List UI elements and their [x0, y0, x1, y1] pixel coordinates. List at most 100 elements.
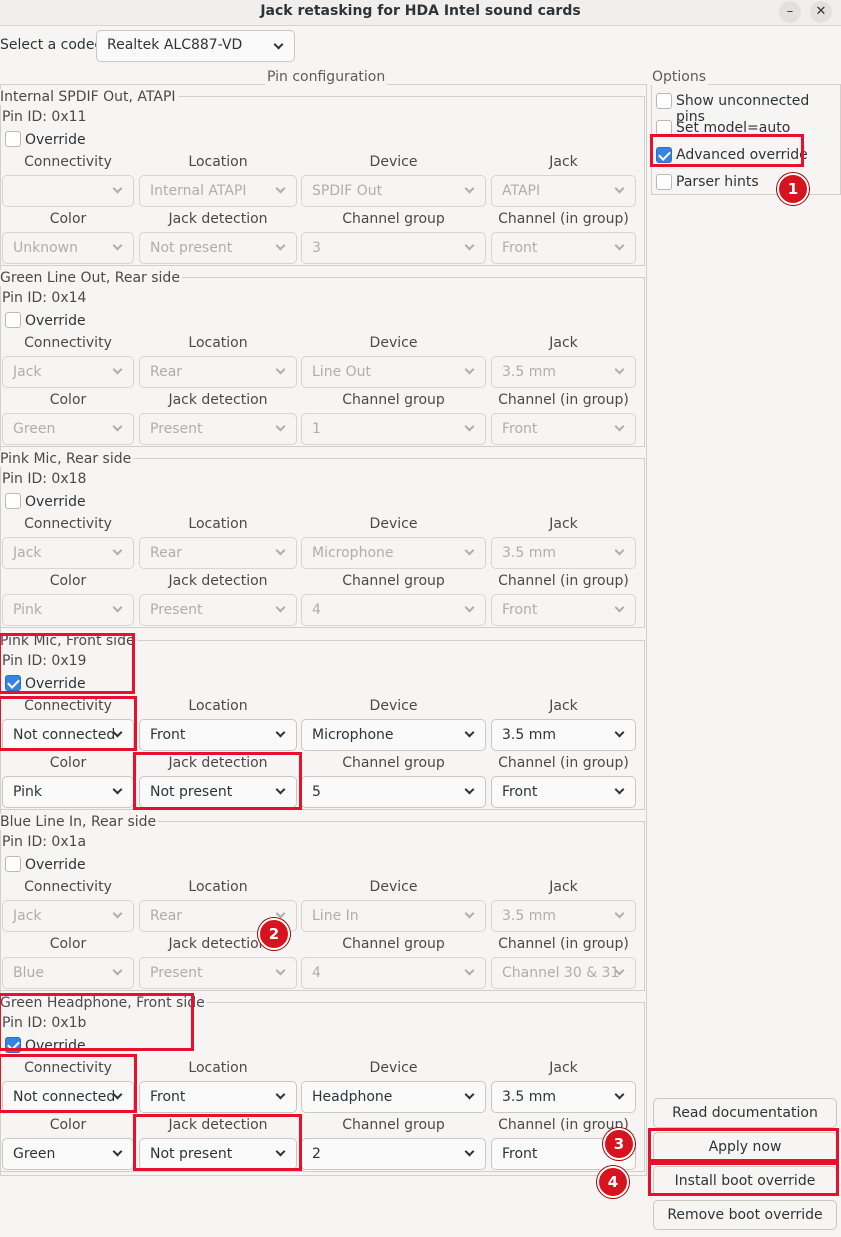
channel-group-header: Channel group: [342, 1117, 445, 1133]
device-select[interactable]: Line Out: [301, 356, 486, 388]
jack-select[interactable]: 3.5 mm: [491, 1081, 636, 1113]
chevron-down-icon: [275, 364, 286, 375]
override-checkbox[interactable]: [5, 131, 21, 147]
color-select[interactable]: Blue: [2, 957, 134, 989]
channel-in-group-header: Channel (in group): [498, 755, 629, 771]
parser-hints-checkbox[interactable]: [656, 174, 672, 190]
annotation-box-pin-0x1b-override: [0, 993, 194, 1051]
location-select[interactable]: Front: [139, 1081, 297, 1113]
channel-in-group-select[interactable]: Front: [491, 594, 636, 626]
jack-detection-select[interactable]: Present: [139, 594, 297, 626]
step-badge-1: 1: [777, 173, 809, 205]
jack-select[interactable]: 3.5 mm: [491, 537, 636, 569]
annotation-box-pin-0x19-connectivity: [0, 696, 137, 751]
minimize-icon[interactable]: –: [779, 1, 801, 23]
jack-select[interactable]: 3.5 mm: [491, 356, 636, 388]
options-title: Options: [650, 69, 709, 85]
color-value: Pink: [13, 602, 43, 618]
location-value: Front: [150, 1089, 186, 1105]
channel-in-group-select[interactable]: Front: [491, 232, 636, 264]
channel-in-group-value: Front: [502, 602, 538, 618]
channel-group-select[interactable]: 3: [301, 232, 486, 264]
color-select[interactable]: Green: [2, 1138, 134, 1170]
chevron-down-icon: [275, 965, 286, 976]
chevron-down-icon: [614, 183, 625, 194]
pin-title: Internal SPDIF Out, ATAPI: [0, 89, 178, 105]
connectivity-select[interactable]: Jack: [2, 900, 134, 932]
location-select[interactable]: Front: [139, 719, 297, 751]
jack-select[interactable]: 3.5 mm: [491, 900, 636, 932]
device-select[interactable]: Microphone: [301, 537, 486, 569]
chevron-down-icon: [464, 784, 475, 795]
chevron-down-icon: [275, 421, 286, 432]
read-documentation-button[interactable]: Read documentation: [653, 1098, 837, 1128]
jack-detection-select[interactable]: Present: [139, 413, 297, 445]
chevron-down-icon: [275, 545, 286, 556]
channel-group-select[interactable]: 4: [301, 957, 486, 989]
device-select[interactable]: Microphone: [301, 719, 486, 751]
override-label: Override: [25, 494, 86, 510]
channel-group-select[interactable]: 4: [301, 594, 486, 626]
jack-header: Jack: [549, 698, 578, 714]
channel-group-select[interactable]: 2: [301, 1138, 486, 1170]
chevron-down-icon: [112, 602, 123, 613]
title-bar: Jack retasking for HDA Intel sound cards…: [0, 0, 841, 26]
codec-select[interactable]: Realtek ALC887-VD: [96, 30, 295, 62]
connectivity-select[interactable]: [2, 175, 134, 207]
channel-in-group-select[interactable]: Front: [491, 413, 636, 445]
channel-in-group-header: Channel (in group): [498, 211, 629, 227]
channel-in-group-value: Front: [502, 784, 538, 800]
chevron-down-icon: [464, 1146, 475, 1157]
channel-group-select[interactable]: 5: [301, 776, 486, 808]
channel-group-header: Channel group: [342, 211, 445, 227]
annotation-box-advanced-override: [650, 134, 804, 167]
color-select[interactable]: Pink: [2, 776, 134, 808]
jack-select[interactable]: 3.5 mm: [491, 719, 636, 751]
connectivity-value: Jack: [13, 908, 42, 924]
jack-detection-value: Present: [150, 602, 203, 618]
connectivity-header: Connectivity: [24, 516, 112, 532]
channel-in-group-value: Front: [502, 421, 538, 437]
color-value: Pink: [13, 784, 43, 800]
channel-group-select[interactable]: 1: [301, 413, 486, 445]
chevron-down-icon: [464, 602, 475, 613]
override-checkbox[interactable]: [5, 856, 21, 872]
device-value: Line In: [312, 908, 359, 924]
device-select[interactable]: Headphone: [301, 1081, 486, 1113]
channel-in-group-select[interactable]: Channel 30 & 31: [491, 957, 636, 989]
location-select[interactable]: Internal ATAPI: [139, 175, 297, 207]
channel-in-group-select[interactable]: Front: [491, 776, 636, 808]
show-unconnected-pins-checkbox[interactable]: [656, 93, 672, 109]
chevron-down-icon: [275, 1089, 286, 1100]
device-select[interactable]: Line In: [301, 900, 486, 932]
jack-detection-select[interactable]: Not present: [139, 232, 297, 264]
location-select[interactable]: Rear: [139, 537, 297, 569]
color-select[interactable]: Pink: [2, 594, 134, 626]
override-label: Override: [25, 132, 86, 148]
chevron-down-icon: [112, 364, 123, 375]
chevron-down-icon: [464, 545, 475, 556]
jack-select[interactable]: ATAPI: [491, 175, 636, 207]
connectivity-select[interactable]: Jack: [2, 356, 134, 388]
jack-detection-value: Not present: [150, 240, 233, 256]
override-checkbox[interactable]: [5, 312, 21, 328]
chevron-down-icon: [614, 784, 625, 795]
jack-detection-select[interactable]: Present: [139, 957, 297, 989]
channel-in-group-value: Front: [502, 240, 538, 256]
annotation-box-pin-0x19-override: [0, 633, 135, 694]
remove-boot-override-button[interactable]: Remove boot override: [653, 1200, 837, 1230]
location-header: Location: [188, 879, 248, 895]
close-icon[interactable]: ✕: [810, 1, 832, 23]
device-select[interactable]: SPDIF Out: [301, 175, 486, 207]
location-value: Rear: [150, 545, 183, 561]
device-value: Headphone: [312, 1089, 393, 1105]
annotation-box-install-boot-override: [648, 1162, 839, 1196]
device-header: Device: [369, 516, 418, 532]
color-select[interactable]: Unknown: [2, 232, 134, 264]
location-select[interactable]: Rear: [139, 356, 297, 388]
channel-in-group-value: Channel 30 & 31: [502, 965, 620, 981]
connectivity-select[interactable]: Jack: [2, 537, 134, 569]
color-select[interactable]: Green: [2, 413, 134, 445]
color-header: Color: [49, 936, 87, 952]
override-checkbox[interactable]: [5, 493, 21, 509]
